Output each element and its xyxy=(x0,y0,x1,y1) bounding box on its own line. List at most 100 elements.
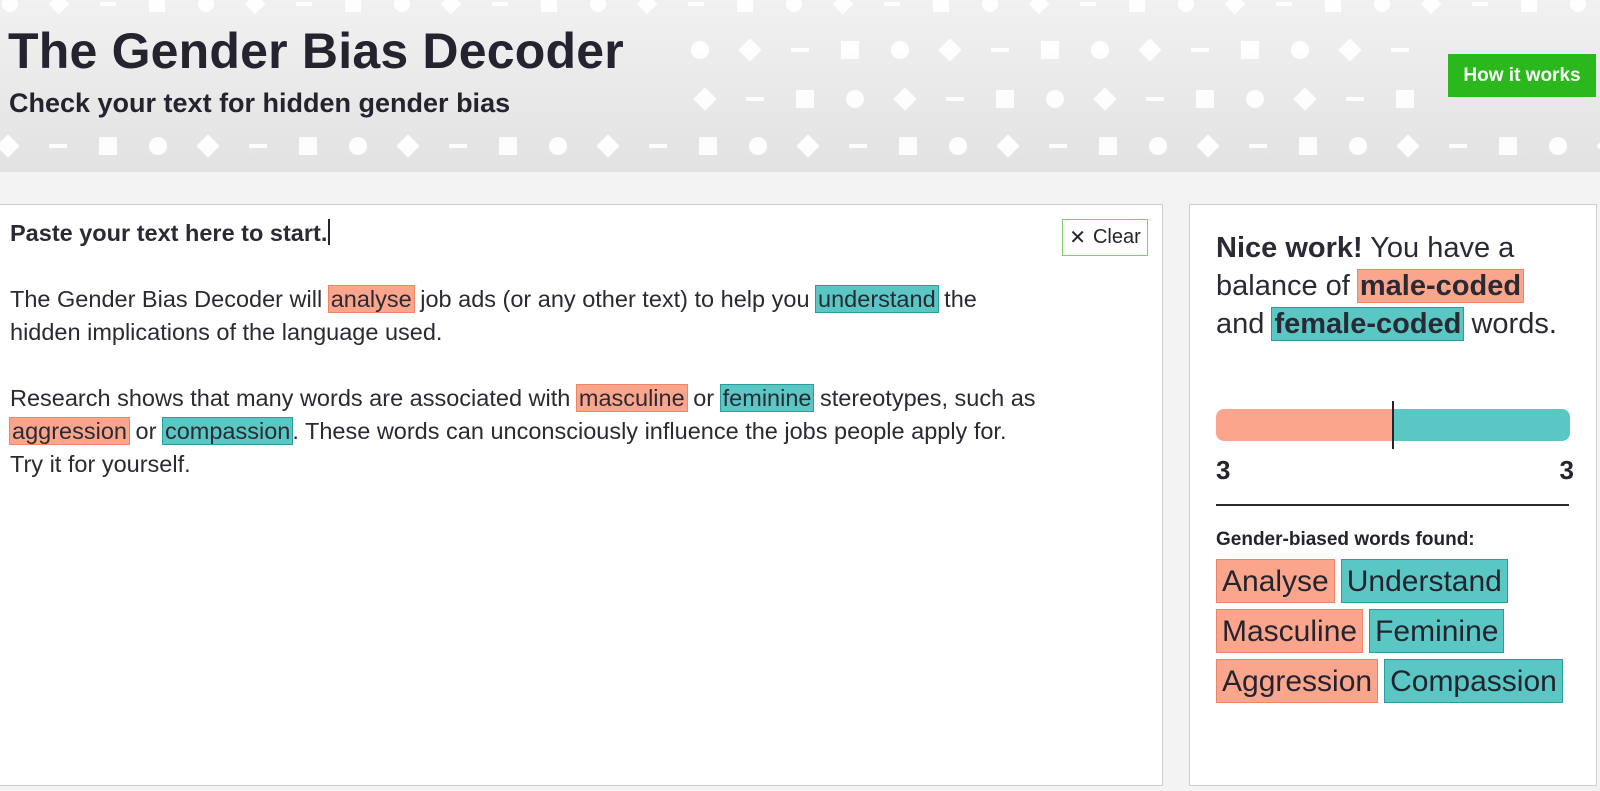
male-coded-word: analyse xyxy=(327,285,415,313)
pattern-shape xyxy=(2,0,18,12)
pattern-shape xyxy=(299,137,317,155)
pattern-shape xyxy=(649,144,667,148)
pattern-shape xyxy=(1420,0,1442,15)
text-segment: The Gender Bias Decoder will xyxy=(10,286,329,312)
result-summary: Nice work! You have a balance of male-co… xyxy=(1216,229,1576,343)
found-word-aggression[interactable]: Aggression xyxy=(1216,659,1379,703)
pattern-shape xyxy=(933,0,949,12)
pattern-shape xyxy=(846,90,864,108)
female-count: 3 xyxy=(1559,455,1574,485)
pattern-shape xyxy=(1046,90,1064,108)
pattern-shape xyxy=(0,134,20,158)
text-segment: job ads (or any other text) to help you xyxy=(413,286,817,312)
pattern-shape xyxy=(99,137,117,155)
pattern-shape xyxy=(1191,48,1209,52)
male-count: 3 xyxy=(1216,455,1231,485)
text-content[interactable]: Paste your text here to start. The Gende… xyxy=(9,217,1040,514)
found-word-masculine[interactable]: Masculine xyxy=(1216,609,1364,653)
pattern-shape xyxy=(841,41,859,59)
pattern-shape xyxy=(149,0,165,12)
clear-button[interactable]: ✕ Clear xyxy=(1062,219,1148,256)
pattern-shape xyxy=(1099,137,1117,155)
nice-work-label: Nice work! xyxy=(1216,232,1363,264)
pattern-shape xyxy=(1299,137,1317,155)
pattern-shape xyxy=(796,90,814,108)
pattern-shape xyxy=(849,144,867,148)
pattern-shape xyxy=(749,137,767,155)
pattern-shape xyxy=(1149,137,1167,155)
pattern-shape xyxy=(1396,90,1414,108)
page-title: The Gender Bias Decoder xyxy=(8,23,624,79)
pattern-shape xyxy=(1391,48,1409,52)
pattern-shape xyxy=(244,0,266,15)
female-coded-word: understand xyxy=(815,285,939,313)
divider xyxy=(1216,504,1569,506)
pattern-shape xyxy=(982,0,998,12)
pattern-shape xyxy=(699,137,717,155)
pattern-shape xyxy=(991,48,1009,52)
pattern-shape xyxy=(394,0,410,12)
pattern-shape xyxy=(693,87,717,111)
female-coded-label: female-coded xyxy=(1271,307,1465,341)
pattern-shape xyxy=(1241,41,1259,59)
pattern-shape xyxy=(1325,0,1341,12)
pattern-shape xyxy=(1338,38,1362,62)
how-it-works-button[interactable]: How it works xyxy=(1448,54,1596,97)
pattern-shape xyxy=(884,2,900,6)
text-segment: Research shows that many words are assoc… xyxy=(10,385,577,411)
paragraph-2: Research shows that many words are assoc… xyxy=(9,382,1040,481)
pattern-shape xyxy=(345,0,361,12)
pattern-shape xyxy=(596,134,620,158)
pattern-shape xyxy=(149,137,167,155)
pattern-shape xyxy=(196,134,220,158)
pattern-shape xyxy=(832,0,854,15)
pattern-shape xyxy=(996,134,1020,158)
pattern-shape xyxy=(1224,0,1246,15)
pattern-shape xyxy=(1091,41,1109,59)
pattern-shape xyxy=(899,137,917,155)
pattern-shape xyxy=(1374,0,1390,12)
summary-text: words. xyxy=(1463,308,1557,340)
pattern-shape xyxy=(746,97,764,101)
pattern-shape xyxy=(737,0,753,12)
pattern-shape xyxy=(499,137,517,155)
clear-label: Clear xyxy=(1092,226,1141,248)
pattern-shape xyxy=(791,48,809,52)
paragraph-1: The Gender Bias Decoder will analyse job… xyxy=(10,283,1040,349)
close-icon: ✕ xyxy=(1069,226,1086,249)
pattern-shape xyxy=(738,38,762,62)
balance-marker xyxy=(1392,401,1394,449)
pattern-shape xyxy=(49,144,67,148)
found-word-compassion[interactable]: Compassion xyxy=(1384,659,1563,703)
pattern-shape xyxy=(449,144,467,148)
pattern-shape xyxy=(1080,2,1096,6)
text-segment: or xyxy=(686,385,721,411)
pattern-shape xyxy=(1499,137,1517,155)
found-word-understand[interactable]: Understand xyxy=(1340,559,1508,603)
pattern-shape xyxy=(100,2,116,6)
text-cursor xyxy=(328,219,331,245)
pattern-shape xyxy=(786,0,802,12)
pattern-shape xyxy=(396,134,420,158)
pattern-shape xyxy=(636,0,658,15)
pattern-shape xyxy=(1291,41,1309,59)
pattern-shape xyxy=(249,144,267,148)
pattern-shape xyxy=(549,137,567,155)
pattern-shape xyxy=(1349,137,1367,155)
found-word-feminine[interactable]: Feminine xyxy=(1369,609,1505,653)
text-editor[interactable]: ✕ Clear Paste your text here to start. T… xyxy=(0,204,1163,786)
pattern-shape xyxy=(1570,0,1586,12)
pattern-shape xyxy=(1028,0,1050,15)
found-words-label: Gender-biased words found: xyxy=(1216,529,1475,550)
pattern-shape xyxy=(1049,144,1067,148)
pattern-shape xyxy=(1293,87,1317,111)
pattern-shape xyxy=(1041,41,1059,59)
found-word-analyse[interactable]: Analyse xyxy=(1216,559,1335,603)
page-subtitle: Check your text for hidden gender bias xyxy=(9,88,511,118)
pattern-shape xyxy=(1249,144,1267,148)
female-coded-word: feminine xyxy=(719,384,815,412)
pattern-shape xyxy=(1246,90,1264,108)
pattern-shape xyxy=(492,2,508,6)
pattern-shape xyxy=(1276,2,1292,6)
female-coded-word: compassion xyxy=(161,417,294,445)
